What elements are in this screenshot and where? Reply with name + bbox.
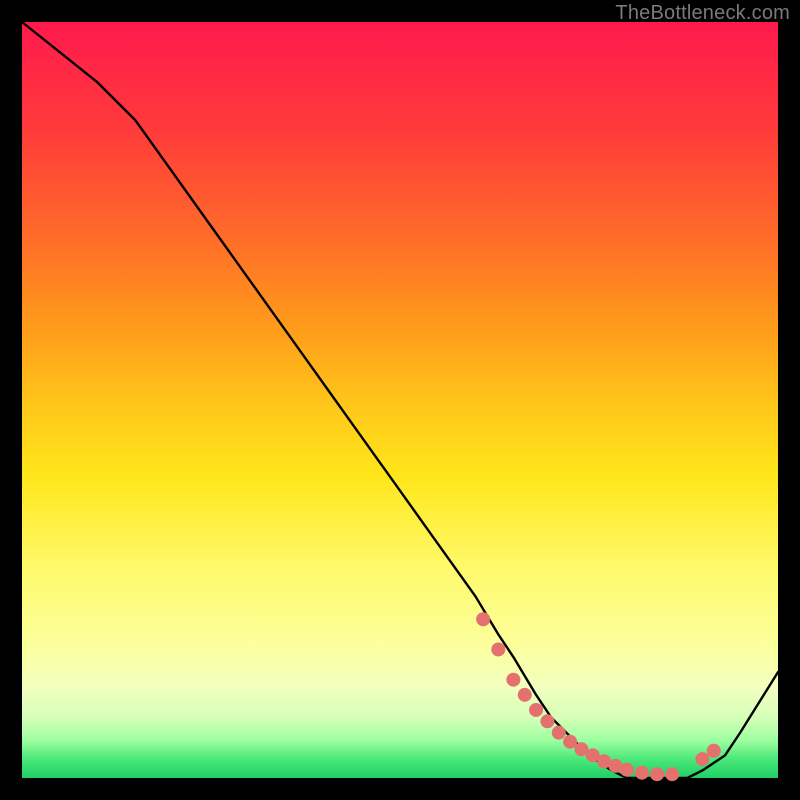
highlight-point	[635, 766, 649, 780]
highlight-markers	[476, 612, 721, 781]
chart-frame: TheBottleneck.com	[0, 0, 800, 800]
plot-area	[22, 22, 778, 778]
highlight-point	[695, 752, 709, 766]
highlight-point	[529, 703, 543, 717]
highlight-point	[476, 612, 490, 626]
highlight-point	[707, 744, 721, 758]
highlight-point	[665, 767, 679, 781]
highlight-point	[650, 767, 664, 781]
highlight-point	[540, 714, 554, 728]
highlight-point	[552, 726, 566, 740]
bottleneck-curve	[22, 22, 778, 778]
highlight-point	[620, 763, 634, 777]
attribution-text: TheBottleneck.com	[615, 2, 790, 25]
curve-layer	[22, 22, 778, 778]
highlight-point	[506, 673, 520, 687]
highlight-point	[491, 642, 505, 656]
highlight-point	[518, 688, 532, 702]
